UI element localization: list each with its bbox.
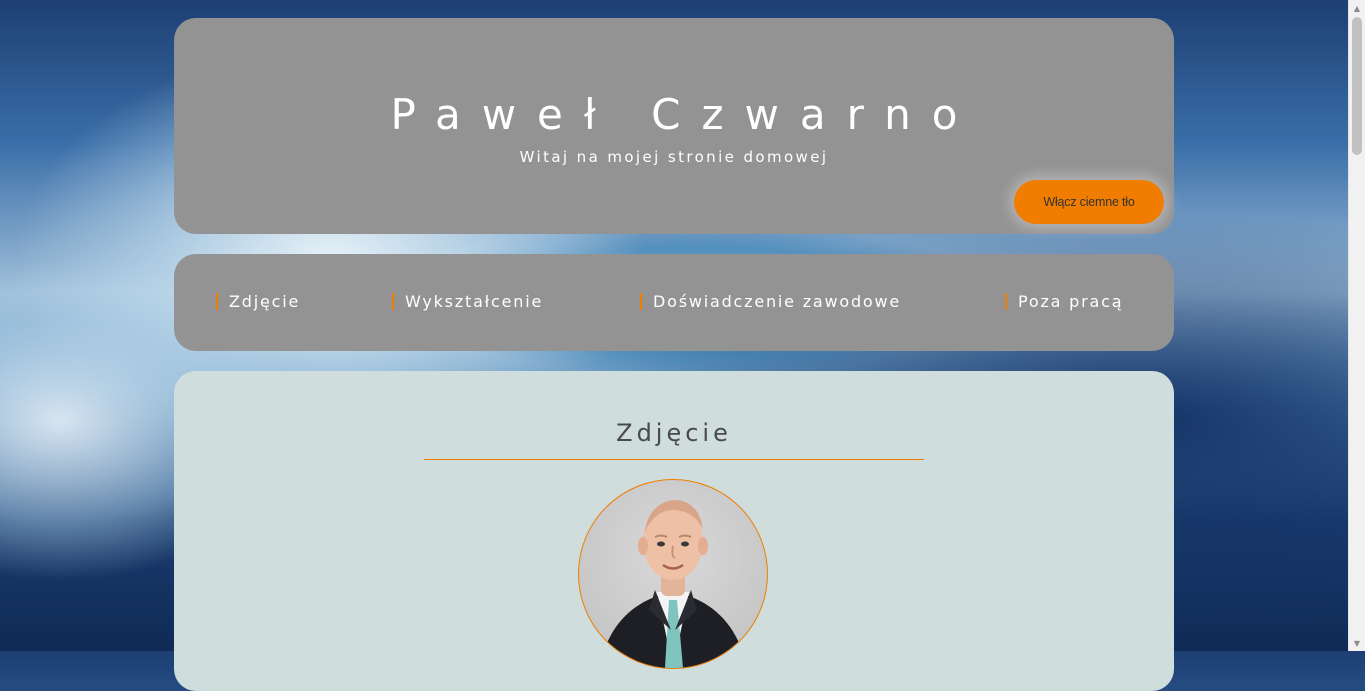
- photo-section: Zdjęcie: [174, 371, 1174, 691]
- page-subtitle: Witaj na mojej stronie domowej: [519, 148, 829, 166]
- nav-accent-bar: [216, 293, 218, 310]
- nav-item-label: Poza pracą: [1018, 292, 1124, 311]
- navigation-bar: Zdjęcie Wykształcenie Doświadczenie zawo…: [174, 254, 1174, 351]
- page-title: Paweł Czwarno: [390, 90, 979, 139]
- section-title-underline: [424, 459, 924, 460]
- vertical-scrollbar[interactable]: ▲ ▼: [1348, 0, 1365, 651]
- nav-item-label: Wykształcenie: [405, 292, 544, 311]
- scrollbar-thumb[interactable]: [1352, 17, 1362, 155]
- nav-item-experience[interactable]: Doświadczenie zawodowe: [640, 292, 901, 311]
- nav-accent-bar: [640, 293, 642, 310]
- nav-item-photo[interactable]: Zdjęcie: [216, 292, 300, 311]
- nav-item-hobbies[interactable]: Poza pracą: [1005, 292, 1123, 311]
- scroll-up-icon[interactable]: ▲: [1349, 0, 1365, 16]
- scroll-down-icon[interactable]: ▼: [1349, 635, 1365, 651]
- profile-photo: [578, 479, 768, 669]
- section-title: Zdjęcie: [616, 419, 732, 447]
- nav-accent-bar: [392, 293, 394, 310]
- dark-background-button[interactable]: Włącz ciemne tło: [1014, 180, 1164, 224]
- nav-item-education[interactable]: Wykształcenie: [392, 292, 543, 311]
- nav-item-label: Zdjęcie: [229, 292, 301, 311]
- nav-accent-bar: [1005, 293, 1007, 310]
- nav-item-label: Doświadczenie zawodowe: [653, 292, 902, 311]
- portrait-icon: [599, 500, 747, 668]
- header-card: Paweł Czwarno Witaj na mojej stronie dom…: [174, 18, 1174, 234]
